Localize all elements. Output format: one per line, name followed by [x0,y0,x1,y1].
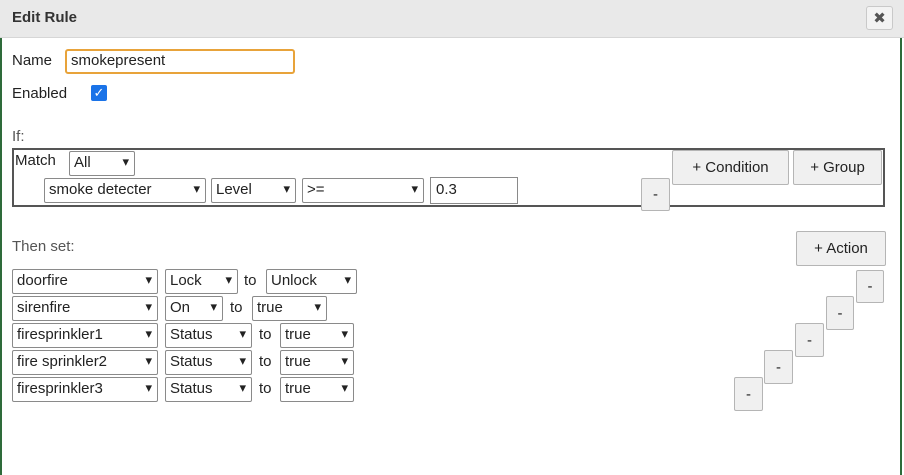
condition-value-input[interactable]: 0.3 [430,177,518,204]
action-value-value: Unlock [271,272,317,289]
chevron-down-icon: ▾ [411,181,418,196]
remove-action-button[interactable]: - [795,323,824,357]
remove-action-button[interactable]: - [734,377,763,411]
chevron-down-icon: ▾ [145,272,152,287]
action-device-select[interactable]: firesprinkler1 ▾ [12,323,158,348]
condition-device-select[interactable]: smoke detecter ▾ [44,178,206,203]
match-select-value: All [74,154,91,171]
action-attribute-select[interactable]: On ▾ [165,296,223,321]
action-device-value: firesprinkler3 [17,380,103,397]
match-select[interactable]: All ▾ [69,151,135,176]
condition-operator-value: >= [307,181,325,198]
chevron-down-icon: ▾ [239,380,246,395]
action-value-value: true [257,299,283,316]
chevron-down-icon: ▾ [283,181,290,196]
action-value-select[interactable]: true ▾ [280,323,354,348]
chevron-down-icon: ▾ [341,353,348,368]
action-attribute-value: Status [170,380,213,397]
action-value-value: true [285,326,311,343]
chevron-down-icon: ▾ [145,326,152,341]
chevron-down-icon: ▾ [239,326,246,341]
action-device-value: doorfire [17,272,68,289]
action-value-select[interactable]: true ▾ [280,350,354,375]
to-label: to [244,272,257,289]
action-value-select[interactable]: true ▾ [252,296,327,321]
action-attribute-value: Status [170,353,213,370]
condition-attribute-value: Level [216,181,252,198]
check-icon: ✓ [93,85,105,100]
name-input[interactable]: smokepresent [65,49,295,74]
chevron-down-icon: ▾ [225,272,232,287]
add-action-button[interactable]: + Action [796,231,886,266]
remove-condition-button[interactable]: - [641,178,670,211]
enabled-checkbox[interactable]: ✓ [91,85,107,101]
action-device-select[interactable]: sirenfire ▾ [12,296,158,321]
action-attribute-value: Lock [170,272,202,289]
chevron-down-icon: ▾ [239,353,246,368]
add-condition-button[interactable]: + Condition [672,150,789,185]
remove-action-button[interactable]: - [826,296,854,330]
chevron-down-icon: ▾ [145,353,152,368]
dialog-title: Edit Rule [12,9,78,26]
chevron-down-icon: ▾ [122,154,129,169]
chevron-down-icon: ▾ [341,326,348,341]
enabled-label: Enabled [12,85,68,102]
dialog-titlebar: Edit Rule ✖ [0,0,904,38]
chevron-down-icon: ▾ [145,380,152,395]
action-attribute-value: On [170,299,191,316]
condition-attribute-select[interactable]: Level ▾ [211,178,296,203]
action-device-value: sirenfire [17,299,71,316]
chevron-down-icon: ▾ [344,272,351,287]
action-value-value: true [285,353,311,370]
action-attribute-select[interactable]: Status ▾ [165,350,252,375]
action-device-select[interactable]: fire sprinkler2 ▾ [12,350,158,375]
chevron-down-icon: ▾ [193,181,200,196]
add-group-button[interactable]: + Group [793,150,882,185]
action-value-select[interactable]: Unlock ▾ [266,269,357,294]
action-attribute-select[interactable]: Status ▾ [165,377,252,402]
action-value-value: true [285,380,311,397]
chevron-down-icon: ▾ [210,299,217,314]
condition-device-value: smoke detecter [49,181,152,198]
action-device-select[interactable]: doorfire ▾ [12,269,158,294]
condition-operator-select[interactable]: >= ▾ [302,178,424,203]
action-device-value: fire sprinkler2 [17,353,108,370]
action-value-select[interactable]: true ▾ [280,377,354,402]
close-button[interactable]: ✖ [866,6,893,30]
chevron-down-icon: ▾ [145,299,152,314]
to-label: to [259,326,272,343]
action-device-select[interactable]: firesprinkler3 ▾ [12,377,158,402]
if-label: If: [12,128,25,145]
to-label: to [259,380,272,397]
action-attribute-value: Status [170,326,213,343]
to-label: to [230,299,243,316]
action-attribute-select[interactable]: Status ▾ [165,323,252,348]
match-label: Match [15,152,56,169]
then-set-label: Then set: [12,238,75,255]
remove-action-button[interactable]: - [764,350,793,384]
close-icon: ✖ [873,10,886,27]
chevron-down-icon: ▾ [341,380,348,395]
remove-action-button[interactable]: - [856,270,884,303]
to-label: to [259,353,272,370]
name-label: Name [12,52,53,69]
chevron-down-icon: ▾ [314,299,321,314]
action-device-value: firesprinkler1 [17,326,103,343]
action-attribute-select[interactable]: Lock ▾ [165,269,238,294]
